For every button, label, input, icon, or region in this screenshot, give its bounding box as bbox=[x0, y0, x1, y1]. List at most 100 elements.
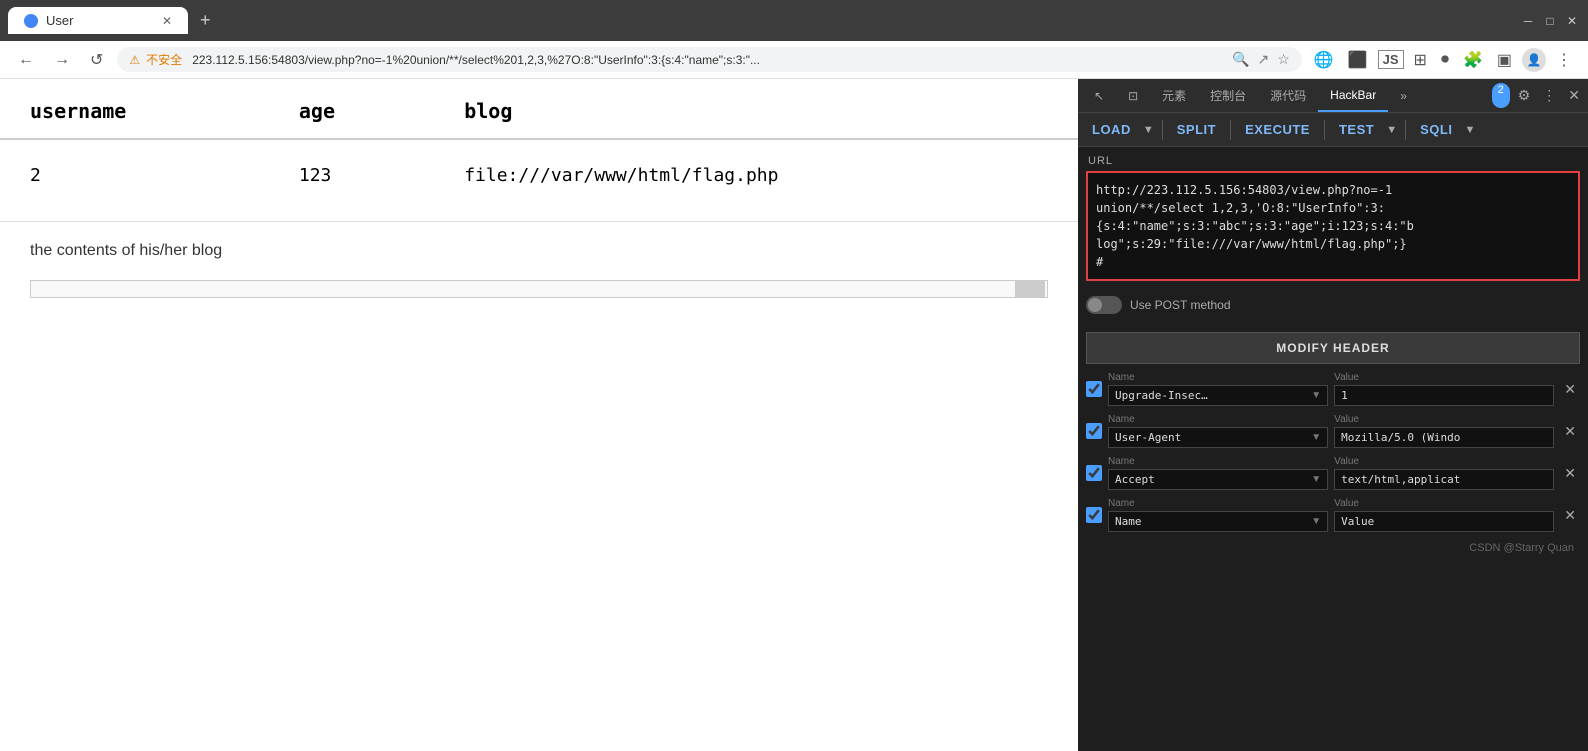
url-section-label: URL bbox=[1086, 155, 1580, 167]
address-bar: ← → ↺ ⚠ 不安全 223.112.5.156:54803/view.php… bbox=[0, 41, 1588, 79]
name-dropdown-3[interactable]: ▼ bbox=[1311, 516, 1321, 527]
js-icon[interactable]: JS bbox=[1378, 50, 1404, 69]
header-fields-3: Name ▼ Value bbox=[1108, 498, 1554, 532]
back-button[interactable]: ← bbox=[12, 49, 40, 71]
header-name-input-3[interactable] bbox=[1115, 515, 1307, 528]
browser-tab[interactable]: User ✕ bbox=[8, 7, 188, 34]
header-checkbox-2[interactable] bbox=[1086, 465, 1102, 481]
header-name-input-2[interactable] bbox=[1115, 473, 1307, 486]
col-header-blog: blog bbox=[434, 79, 1078, 139]
header-close-2[interactable]: ✕ bbox=[1560, 465, 1580, 482]
header-value-input-1[interactable] bbox=[1341, 431, 1547, 444]
header-value-group-2: Value bbox=[1334, 456, 1554, 490]
header-checkbox-3[interactable] bbox=[1086, 507, 1102, 523]
col-header-username: username bbox=[0, 79, 269, 139]
hackbar-toolbar: LOAD ▼ SPLIT EXECUTE TEST ▼ SQLI ▼ bbox=[1078, 113, 1588, 147]
hackbar-sqli-arrow[interactable]: ▼ bbox=[1464, 124, 1475, 136]
tab-title: User bbox=[46, 13, 73, 28]
header-name-input-0[interactable] bbox=[1115, 389, 1307, 402]
value-input-wrap-0 bbox=[1334, 385, 1554, 406]
hackbar-label: HackBar bbox=[1330, 88, 1376, 102]
hackbar-test-arrow[interactable]: ▼ bbox=[1386, 124, 1397, 136]
value-sublabel-0: Value bbox=[1334, 372, 1554, 383]
hackbar-sqli-btn[interactable]: SQLI bbox=[1414, 119, 1458, 140]
more-options-icon[interactable]: ⋮ bbox=[1538, 83, 1560, 108]
header-close-0[interactable]: ✕ bbox=[1560, 381, 1580, 398]
header-close-3[interactable]: ✕ bbox=[1560, 507, 1580, 524]
reload-button[interactable]: ↺ bbox=[84, 48, 109, 72]
separator-2 bbox=[1230, 120, 1231, 140]
profiles-icon[interactable]: 🌐 bbox=[1310, 48, 1338, 72]
modify-header-btn[interactable]: MODIFY HEADER bbox=[1086, 332, 1580, 364]
maximize-button[interactable]: □ bbox=[1542, 13, 1558, 29]
value-sublabel-2: Value bbox=[1334, 456, 1554, 467]
close-window-button[interactable]: ✕ bbox=[1564, 13, 1580, 29]
header-name-input-1[interactable] bbox=[1115, 431, 1307, 444]
separator-1 bbox=[1162, 120, 1163, 140]
header-value-group-3: Value bbox=[1334, 498, 1554, 532]
user-avatar[interactable]: 👤 bbox=[1522, 48, 1546, 72]
name-sublabel-3: Name bbox=[1108, 498, 1328, 509]
name-dropdown-2[interactable]: ▼ bbox=[1311, 474, 1321, 485]
header-checkbox-0[interactable] bbox=[1086, 381, 1102, 397]
name-input-wrap-1: ▼ bbox=[1108, 427, 1328, 448]
header-value-input-2[interactable] bbox=[1341, 473, 1547, 486]
header-row-1: Name ▼ Value ✕ bbox=[1086, 414, 1580, 448]
share-icon[interactable]: ↗ bbox=[1257, 51, 1269, 68]
devtools-tab-elements[interactable]: 元素 bbox=[1150, 79, 1198, 112]
devtools-tab-inspect[interactable]: ↖ bbox=[1082, 81, 1116, 111]
hackbar-test-btn[interactable]: TEST bbox=[1333, 119, 1380, 140]
url-bar[interactable]: ⚠ 不安全 223.112.5.156:54803/view.php?no=-1… bbox=[117, 47, 1301, 72]
header-checkbox-1[interactable] bbox=[1086, 423, 1102, 439]
blog-content: the contents of his/her blog bbox=[0, 221, 1078, 270]
blog-text: the contents of his/her blog bbox=[30, 242, 1048, 260]
hackbar-split-btn[interactable]: SPLIT bbox=[1171, 119, 1222, 140]
devtools-tab-more[interactable]: » bbox=[1388, 81, 1419, 111]
record-icon[interactable]: ⏺ bbox=[1437, 49, 1453, 71]
name-sublabel-0: Name bbox=[1108, 372, 1328, 383]
header-row-0: Name ▼ Value ✕ bbox=[1086, 372, 1580, 406]
header-row-2: Name ▼ Value ✕ bbox=[1086, 456, 1580, 490]
scroll-indicator[interactable] bbox=[30, 280, 1048, 298]
header-close-1[interactable]: ✕ bbox=[1560, 423, 1580, 440]
settings-icon[interactable]: ⚙ bbox=[1514, 83, 1535, 108]
close-devtools[interactable]: ✕ bbox=[1564, 83, 1584, 108]
box-icon: ⊡ bbox=[1128, 89, 1138, 103]
name-dropdown-1[interactable]: ▼ bbox=[1311, 432, 1321, 443]
hackbar-execute-btn[interactable]: EXECUTE bbox=[1239, 119, 1316, 140]
value-sublabel-3: Value bbox=[1334, 498, 1554, 509]
hackbar-url-input[interactable]: http://223.112.5.156:54803/view.php?no=-… bbox=[1086, 171, 1580, 281]
post-toggle-label: Use POST method bbox=[1130, 298, 1231, 312]
header-value-input-0[interactable] bbox=[1341, 389, 1547, 402]
post-toggle-switch[interactable] bbox=[1086, 296, 1122, 314]
sources-label: 源代码 bbox=[1270, 89, 1306, 103]
url-text: 223.112.5.156:54803/view.php?no=-1%20uni… bbox=[192, 53, 1226, 67]
new-tab-button[interactable]: + bbox=[192, 6, 219, 35]
grid-icon[interactable]: ⊞ bbox=[1410, 48, 1431, 72]
cursor-icon: ↖ bbox=[1094, 89, 1104, 103]
devtools-panel: ↖ ⊡ 元素 控制台 源代码 HackBar » 2 ⚙ ⋮ ✕ bbox=[1078, 79, 1588, 751]
puzzle-icon[interactable]: 🧩 bbox=[1459, 48, 1487, 72]
hackbar-load-arrow[interactable]: ▼ bbox=[1143, 124, 1154, 136]
devtools-tab-hackbar[interactable]: HackBar bbox=[1318, 80, 1388, 112]
name-dropdown-0[interactable]: ▼ bbox=[1311, 390, 1321, 401]
minimize-button[interactable]: ─ bbox=[1520, 13, 1536, 29]
devtools-tab-picker[interactable]: ⊡ bbox=[1116, 81, 1150, 111]
devtools-tab-console[interactable]: 控制台 bbox=[1198, 79, 1258, 112]
sidebar-toggle[interactable]: ▣ bbox=[1493, 48, 1516, 72]
separator-3 bbox=[1324, 120, 1325, 140]
forward-button[interactable]: → bbox=[48, 49, 76, 71]
header-name-group-3: Name ▼ bbox=[1108, 498, 1328, 532]
menu-button[interactable]: ⋮ bbox=[1552, 48, 1576, 72]
header-fields-2: Name ▼ Value bbox=[1108, 456, 1554, 490]
bookmark-icon[interactable]: ☆ bbox=[1277, 51, 1290, 68]
header-value-input-3[interactable] bbox=[1341, 515, 1547, 528]
browser-chrome: User ✕ + ─ □ ✕ ← → ↺ ⚠ 不安全 223.112.5.156… bbox=[0, 0, 1588, 79]
search-icon[interactable]: 🔍 bbox=[1232, 51, 1249, 68]
extensions-icon[interactable]: ⬛ bbox=[1344, 48, 1372, 72]
close-tab-button[interactable]: ✕ bbox=[162, 14, 172, 28]
devtools-tab-sources[interactable]: 源代码 bbox=[1258, 79, 1318, 112]
cell-username: 2 bbox=[0, 139, 269, 211]
elements-label: 元素 bbox=[1162, 89, 1186, 103]
hackbar-load-btn[interactable]: LOAD bbox=[1086, 119, 1137, 140]
